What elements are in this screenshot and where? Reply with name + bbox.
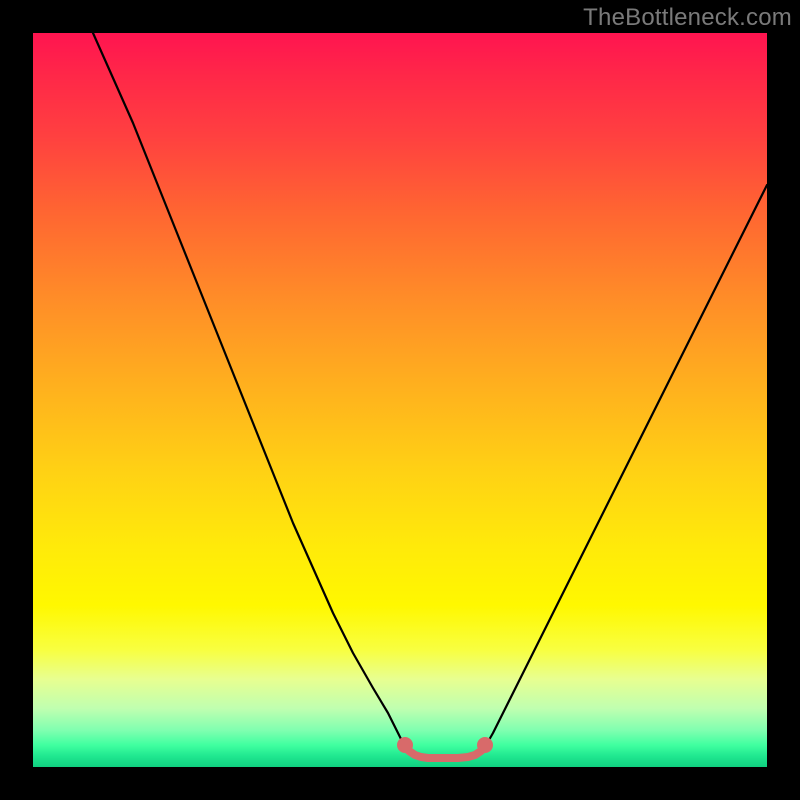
bottleneck-curve <box>93 33 767 758</box>
notch-left-dot <box>397 737 413 753</box>
notch-right-dot <box>477 737 493 753</box>
notch-segment <box>405 747 485 758</box>
watermark-text: TheBottleneck.com <box>583 4 792 32</box>
plot-area <box>33 33 767 767</box>
curve-layer <box>33 33 767 767</box>
chart-frame: TheBottleneck.com <box>0 0 800 800</box>
